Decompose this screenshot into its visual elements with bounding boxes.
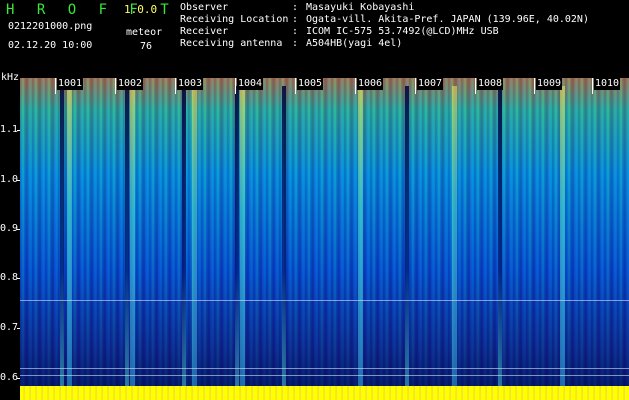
info-separator: : [292,38,299,49]
minute-mark: 1008 [477,78,504,90]
minute-mark: 1005 [297,78,324,90]
info-row-location: Receiving Location : Ogata-vill. Akita-P… [180,14,589,26]
minute-mark: 1003 [177,78,204,90]
minute-mark: 1006 [357,78,384,90]
dark-streak [125,86,129,392]
header-panel: H R O F F T 1.0.0 0212201000.png 02.12.2… [0,0,629,80]
meteor-echo [240,86,245,392]
detection-type-label: meteor [126,27,163,38]
meteor-echo [130,86,135,392]
dark-streak [182,86,186,392]
frequency-label: 0.6 [0,372,19,383]
minute-tick [295,78,296,94]
minute-tick [175,78,176,94]
spectrogram-plot: 1001 1002 1003 1004 1005 1006 1007 1008 … [20,78,629,400]
frequency-label: 1.1 [0,124,19,135]
minute-tick [355,78,356,94]
detection-count: 76 [140,41,153,52]
spectrogram-image [20,78,629,400]
dark-streak [498,86,502,392]
reference-line [20,368,629,369]
meteor-echo [67,86,72,392]
frequency-axis: kHz 1.1 1.0 0.9 0.8 0.7 0.6 [0,72,22,400]
info-separator: : [292,26,299,37]
info-value: A504HB(yagi 4el) [306,38,403,49]
minute-tick [592,78,593,94]
app-version: 1.0.0 [124,3,158,16]
date-time: 02.12.20 10:00 [8,40,93,51]
minute-tick [115,78,116,94]
file-name: 0212201000.png [8,21,93,32]
minute-mark: 1009 [536,78,563,90]
minute-tick [475,78,476,94]
minute-mark: 1002 [117,78,144,90]
info-row-observer: Observer : Masayuki Kobayashi [180,2,589,14]
dark-streak [405,86,409,392]
info-separator: : [292,2,299,13]
minute-tick [534,78,535,94]
info-value: ICOM IC-575 53.7492(@LCD)MHz USB [306,26,499,37]
info-key: Receiving Location [180,14,289,25]
frequency-label: 0.8 [0,272,19,283]
reference-line [20,300,629,301]
info-key: Receiving antenna [180,38,283,49]
frequency-label: 0.9 [0,223,19,234]
info-separator: : [292,14,299,25]
minute-tick [415,78,416,94]
frequency-unit: kHz [1,72,20,83]
meteor-echo [358,86,363,392]
frequency-label: 0.7 [0,322,19,333]
signal-baseline [20,386,629,400]
meteor-echo [192,86,197,392]
info-value: Masayuki Kobayashi [306,2,415,13]
info-key: Observer [180,2,229,13]
hroft-spectrogram-window: H R O F F T 1.0.0 0212201000.png 02.12.2… [0,0,629,400]
minute-mark: 1004 [237,78,264,90]
minute-mark: 1001 [57,78,84,90]
dark-streak [282,86,286,392]
station-info: Observer : Masayuki Kobayashi Receiving … [180,2,589,50]
info-value: Ogata-vill. Akita-Pref. JAPAN (139.96E, … [306,14,589,25]
minute-mark: 1007 [417,78,444,90]
meteor-echo [452,86,457,392]
info-row-receiver: Receiver : ICOM IC-575 53.7492(@LCD)MHz … [180,26,589,38]
frequency-label: 1.0 [0,174,19,185]
meteor-echo [560,86,565,392]
minute-tick [55,78,56,94]
info-key: Receiver [180,26,229,37]
reference-line [20,375,629,376]
dark-streak [235,86,239,392]
info-row-antenna: Receiving antenna : A504HB(yagi 4el) [180,38,589,50]
minute-mark: 1010 [594,78,621,90]
minute-tick [235,78,236,94]
dark-streak [60,86,64,392]
